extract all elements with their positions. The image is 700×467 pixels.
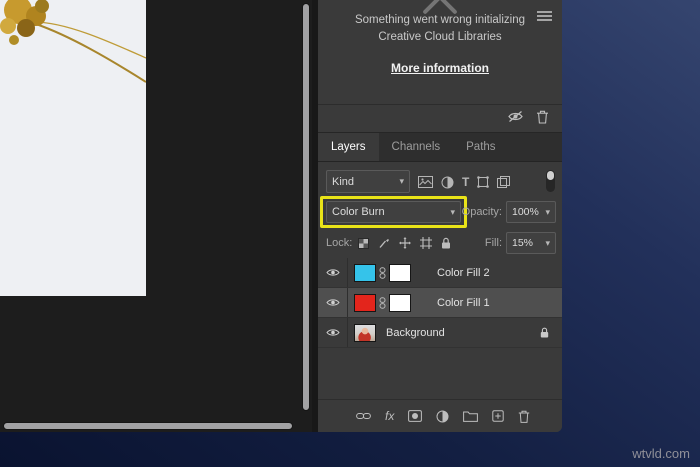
- opacity-value: 100%: [512, 206, 539, 218]
- tab-paths[interactable]: Paths: [453, 133, 508, 161]
- background-photo-thumbnail[interactable]: [354, 323, 376, 342]
- layer-filter-icons: T: [418, 171, 511, 193]
- watermark-text: wtvld.com: [632, 446, 690, 461]
- lock-transparency-icon[interactable]: [358, 237, 369, 249]
- pixel-layer-filter-icon[interactable]: [418, 176, 433, 188]
- opacity-select[interactable]: 100% ▾: [506, 201, 556, 223]
- opacity-label: Opacity:: [461, 206, 502, 218]
- fill-label: Fill:: [484, 237, 502, 249]
- adjustment-layer-filter-icon[interactable]: [441, 176, 454, 189]
- libraries-error-text: Creative Cloud Libraries: [378, 31, 502, 43]
- chevron-down-icon: ▾: [399, 176, 404, 186]
- filter-kind-label: Kind: [332, 175, 355, 188]
- new-group-folder-icon[interactable]: [463, 410, 479, 422]
- lock-position-move-icon[interactable]: [399, 237, 411, 249]
- mask-link-icon[interactable]: [379, 266, 386, 279]
- horizontal-scrollbar[interactable]: [0, 420, 300, 432]
- layers-bottom-toolbar: fx: [318, 399, 562, 432]
- panel-tab-bar: Layers Channels Paths: [318, 132, 562, 162]
- gold-flower-graphic: [0, 0, 146, 83]
- new-layer-icon[interactable]: [492, 410, 505, 422]
- blend-mode-select[interactable]: Color Burn ▾: [326, 201, 461, 223]
- layer-row-color-fill-1[interactable]: Color Fill 1: [318, 288, 562, 318]
- chevron-down-icon: ▾: [545, 206, 550, 217]
- document-image: [0, 0, 146, 296]
- shape-layer-filter-icon[interactable]: [477, 176, 490, 188]
- hidden-eye-icon[interactable]: [507, 110, 524, 123]
- visibility-eye-icon[interactable]: [318, 258, 348, 287]
- lock-pixels-brush-icon[interactable]: [378, 237, 390, 249]
- fill-value: 15%: [512, 237, 534, 249]
- layers-list: Color Fill 2 Color Fill 1 Background: [318, 258, 562, 348]
- add-layer-mask-icon[interactable]: [408, 410, 423, 422]
- layer-row-background[interactable]: Background: [318, 318, 562, 348]
- lock-label: Lock:: [326, 237, 353, 249]
- link-layers-icon[interactable]: [356, 412, 371, 420]
- chevron-down-icon: ▾: [545, 237, 550, 248]
- layer-name[interactable]: Color Fill 2: [437, 267, 490, 279]
- layer-color-thumbnail[interactable]: [354, 263, 376, 282]
- vertical-scrollbar-thumb[interactable]: [302, 3, 310, 411]
- layer-mask-thumbnail[interactable]: [389, 263, 411, 282]
- blend-mode-value: Color Burn: [332, 206, 385, 218]
- lock-buttons: [358, 232, 451, 254]
- tab-channels[interactable]: Channels: [379, 133, 454, 161]
- layer-row-color-fill-2[interactable]: Color Fill 2: [318, 258, 562, 288]
- lock-artboard-icon[interactable]: [420, 237, 432, 249]
- delete-layer-trash-icon[interactable]: [518, 410, 530, 423]
- type-layer-filter-icon[interactable]: T: [462, 175, 469, 189]
- smart-object-filter-icon[interactable]: [497, 176, 511, 188]
- layer-mask-thumbnail[interactable]: [389, 293, 411, 312]
- libraries-error-text: Something went wrong initializing: [354, 14, 526, 26]
- mask-link-icon[interactable]: [379, 296, 386, 309]
- layer-name[interactable]: Background: [386, 327, 445, 339]
- adjustment-layer-icon[interactable]: [436, 410, 449, 423]
- visibility-eye-icon[interactable]: [318, 288, 348, 317]
- tab-layers[interactable]: Layers: [318, 133, 379, 161]
- layer-name[interactable]: Color Fill 1: [437, 297, 490, 309]
- layer-style-fx-icon[interactable]: fx: [385, 409, 394, 423]
- fill-select[interactable]: 15% ▾: [506, 232, 556, 254]
- more-information-link[interactable]: More information: [318, 61, 562, 75]
- canvas-area[interactable]: [0, 0, 312, 432]
- filter-kind-select[interactable]: Kind ▾: [326, 170, 410, 193]
- divider: [318, 104, 562, 105]
- photoshop-window: Something went wrong initializing Creati…: [0, 0, 562, 432]
- visibility-eye-icon[interactable]: [318, 318, 348, 347]
- panel-menu-icon[interactable]: [537, 11, 552, 23]
- filter-toggle-switch[interactable]: [546, 170, 555, 192]
- horizontal-scrollbar-thumb[interactable]: [3, 422, 293, 430]
- layer-color-thumbnail[interactable]: [354, 293, 376, 312]
- trash-icon[interactable]: [536, 110, 549, 124]
- vertical-scrollbar[interactable]: [300, 0, 312, 418]
- panels-column: Something went wrong initializing Creati…: [318, 0, 562, 432]
- layer-lock-icon: [540, 327, 549, 338]
